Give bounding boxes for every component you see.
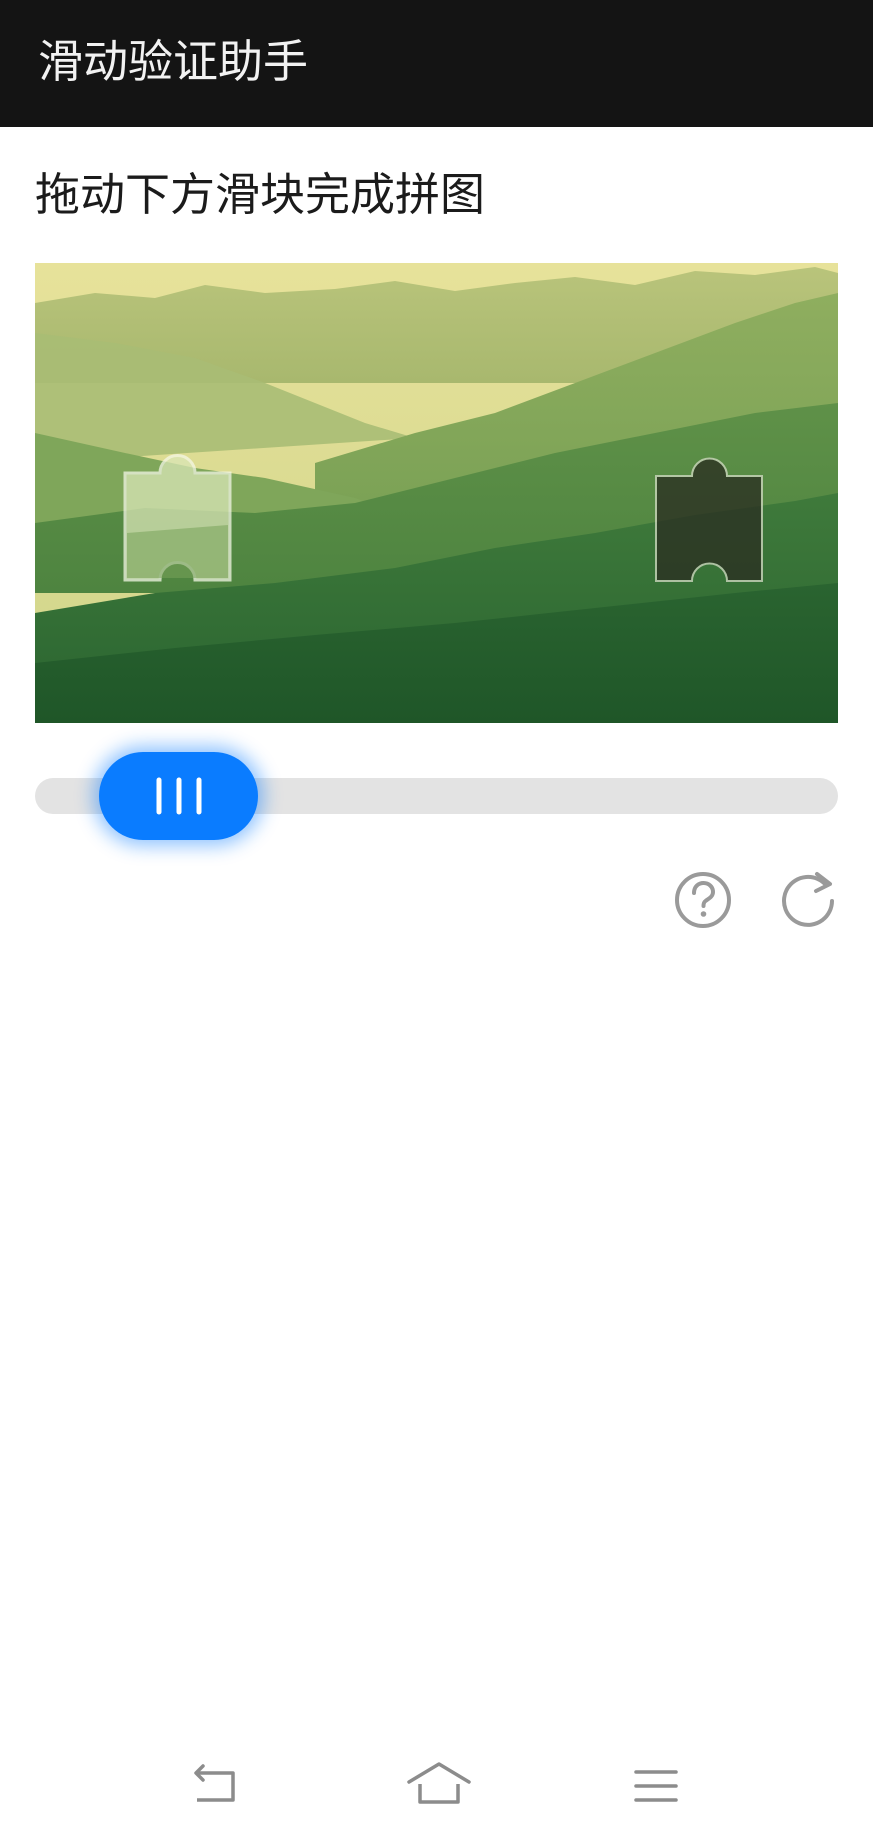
slider-thumb[interactable] bbox=[99, 752, 258, 840]
app-title: 滑动验证助手 bbox=[38, 35, 309, 88]
home-icon bbox=[407, 1762, 471, 1804]
system-nav-bar bbox=[0, 1740, 873, 1832]
captcha-image bbox=[35, 263, 838, 723]
grip-lines-icon bbox=[156, 777, 202, 815]
nav-back-button[interactable] bbox=[183, 1760, 247, 1812]
nav-menu-button[interactable] bbox=[630, 1760, 694, 1812]
app-bar: 滑动验证助手 bbox=[0, 0, 873, 127]
refresh-icon bbox=[782, 872, 834, 927]
help-circle-icon bbox=[675, 872, 731, 928]
nav-home-button[interactable] bbox=[404, 1760, 474, 1812]
back-icon bbox=[194, 1764, 235, 1802]
puzzle-piece bbox=[123, 454, 232, 582]
puzzle-target-slot bbox=[655, 457, 763, 582]
mountain-landscape-image bbox=[35, 263, 838, 723]
menu-icon bbox=[634, 1770, 678, 1802]
captcha-instruction: 拖动下方滑块完成拼图 bbox=[35, 168, 486, 221]
help-button[interactable] bbox=[673, 870, 733, 930]
refresh-button[interactable] bbox=[777, 868, 839, 930]
